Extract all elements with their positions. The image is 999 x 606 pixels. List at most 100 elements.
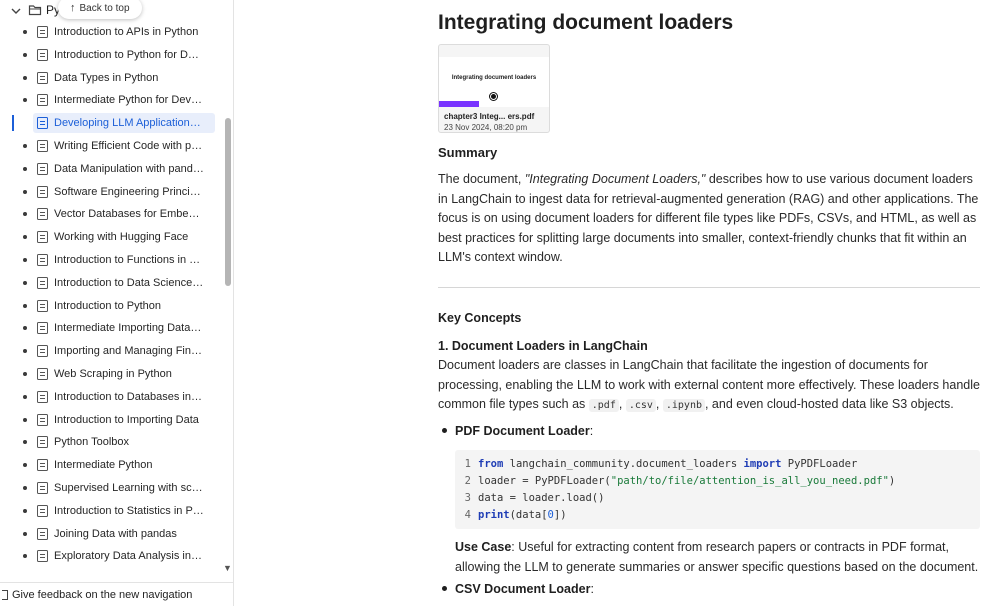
file-date: 23 Nov 2024, 08:20 pm <box>444 123 528 132</box>
sidebar-item[interactable]: Intermediate Python <box>0 454 222 477</box>
code-text: (data[ <box>509 509 548 521</box>
code-line: 3 data = loader.load() <box>455 490 980 507</box>
bullet <box>23 257 27 262</box>
document-icon <box>37 367 48 380</box>
chevron-down-icon[interactable] <box>9 4 23 18</box>
sidebar-item[interactable]: Web Scraping in Python <box>0 363 222 386</box>
sidebar-item[interactable]: Data Manipulation with pandas <box>0 158 222 181</box>
file-name: chapter3 Integ... ers.pdf <box>444 112 535 121</box>
line-number: 3 <box>464 492 471 504</box>
code-block[interactable]: 1 from langchain_community.document_loade… <box>455 450 980 529</box>
feedback-icon <box>2 589 8 600</box>
document-icon <box>37 185 48 198</box>
sidebar-item[interactable]: Introduction to Importing Data <box>0 409 222 432</box>
back-to-top-button[interactable]: ↑ Back to top <box>58 0 142 19</box>
feedback-link[interactable]: Give feedback on the new navigation <box>0 582 233 606</box>
section-paragraph: Document loaders are classes in LangChai… <box>438 358 980 412</box>
line-number: 1 <box>464 458 471 470</box>
sidebar-item[interactable]: Data Types in Python <box>0 67 222 90</box>
sidebar-item[interactable]: Importing and Managing Financial Data <box>0 340 222 363</box>
code-keyword: from <box>478 458 504 470</box>
document-icon <box>37 253 48 266</box>
sidebar-item[interactable]: Introduction to Python for Developers <box>0 44 222 67</box>
sidebar-item[interactable]: Introduction to Databases in Python <box>0 386 222 409</box>
bullet <box>23 212 27 217</box>
line-number: 4 <box>464 509 471 521</box>
sidebar-item[interactable]: Introduction to Data Science in Python <box>0 272 222 295</box>
code-text: langchain_community.document_loaders <box>503 458 744 470</box>
sidebar-item[interactable]: Exploratory Data Analysis in Python <box>0 545 222 568</box>
sidebar-item-label: Introduction to Data Science in Python <box>54 276 204 289</box>
thumbnail-brand-bar <box>439 101 479 107</box>
bullet <box>23 280 27 285</box>
sidebar-item[interactable]: Software Engineering Principles in Pytho… <box>0 181 222 204</box>
sidebar-item[interactable]: Introduction to APIs in Python <box>0 21 222 44</box>
bullet <box>23 463 27 468</box>
key-concepts-heading: Key Concepts <box>438 311 522 325</box>
bullet <box>23 417 27 422</box>
pdf-loader-bullet: PDF Document Loader: <box>442 424 593 438</box>
sidebar-item[interactable]: Python Toolbox <box>0 431 222 454</box>
document-icon <box>37 481 48 494</box>
bullet <box>23 440 27 445</box>
bullet <box>23 349 27 354</box>
sidebar-item[interactable]: Introduction to Python <box>0 295 222 318</box>
sidebar-item[interactable]: Supervised Learning with scikit-learn <box>0 477 222 500</box>
sidebar-item[interactable]: Intermediate Python for Developers <box>0 89 222 112</box>
code-line: 4 print(data[0]) <box>455 507 980 524</box>
sidebar-item-label: Writing Efficient Code with pandas <box>54 139 204 152</box>
bullet <box>23 143 27 148</box>
sidebar-item-label: Introduction to Importing Data <box>54 413 199 426</box>
bullet <box>23 75 27 80</box>
document-icon <box>37 436 48 449</box>
sidebar-item[interactable]: Intermediate Importing Data in Python <box>0 317 222 340</box>
csv-loader-label: CSV Document Loader <box>455 582 591 596</box>
sidebar-item-label: Web Scraping in Python <box>54 367 172 380</box>
sidebar-item[interactable]: Vector Databases for Embeddings <box>0 203 222 226</box>
code-text: ]) <box>553 509 567 521</box>
document-icon <box>37 208 48 221</box>
document-icon <box>37 299 48 312</box>
summary-paragraph: The document, "Integrating Document Load… <box>438 170 980 268</box>
scroll-down-arrow-icon[interactable]: ▼ <box>223 563 232 573</box>
file-attachment-card[interactable]: Integrating document loaders chapter3 In… <box>438 44 550 133</box>
code-keyword: print <box>478 509 510 521</box>
code-keyword: import <box>743 458 782 470</box>
sidebar-item-label: Working with Hugging Face <box>54 231 189 244</box>
sidebar-item-label: Introduction to Python <box>54 299 162 312</box>
sidebar: Py ↑ Back to top Introduction to APIs in… <box>0 0 234 606</box>
bullet <box>23 189 27 194</box>
thumbnail-title: Integrating document loaders <box>451 75 537 81</box>
document-icon <box>37 231 48 244</box>
pdf-loader-label: PDF Document Loader <box>455 424 590 438</box>
document-icon <box>37 139 48 152</box>
bullet <box>23 508 27 513</box>
use-case-text: : Useful for extracting content from res… <box>455 540 979 574</box>
sidebar-item[interactable]: Writing Efficient Code with pandas <box>0 135 222 158</box>
bullet <box>23 30 27 34</box>
sidebar-item-label: Supervised Learning with scikit-learn <box>54 481 204 494</box>
sidebar-scrollbar-thumb[interactable] <box>225 118 231 286</box>
sidebar-item[interactable]: Working with Hugging Face <box>0 226 222 249</box>
bullet <box>23 166 27 171</box>
sidebar-item-label: Vector Databases for Embeddings <box>54 208 204 221</box>
sidebar-item-label: Data Manipulation with pandas <box>54 162 204 175</box>
inline-code-pdf: .pdf <box>588 399 619 412</box>
sidebar-item-label: Software Engineering Principles in Pytho… <box>54 185 204 198</box>
document-icon <box>37 413 48 426</box>
sidebar-item-label: Introduction to Statistics in Python <box>54 504 204 517</box>
sidebar-item[interactable]: Introduction to Functions in Python <box>0 249 222 272</box>
document-icon <box>37 94 48 107</box>
bullet <box>442 586 447 592</box>
summary-text-pre: The document, <box>438 172 525 186</box>
sidebar-item-label: Python Toolbox <box>54 436 130 449</box>
document-icon <box>37 48 48 61</box>
divider <box>438 287 980 288</box>
document-icon <box>37 459 48 472</box>
csv-loader-bullet: CSV Document Loader: <box>442 582 594 596</box>
document-icon <box>37 550 48 563</box>
sidebar-item[interactable]: Introduction to Statistics in Python <box>0 500 222 523</box>
sidebar-item[interactable]: Joining Data with pandas <box>0 523 222 546</box>
use-case-label: Use Case <box>455 540 512 554</box>
sidebar-item-active[interactable]: Developing LLM Applications with LangCha… <box>0 112 222 135</box>
